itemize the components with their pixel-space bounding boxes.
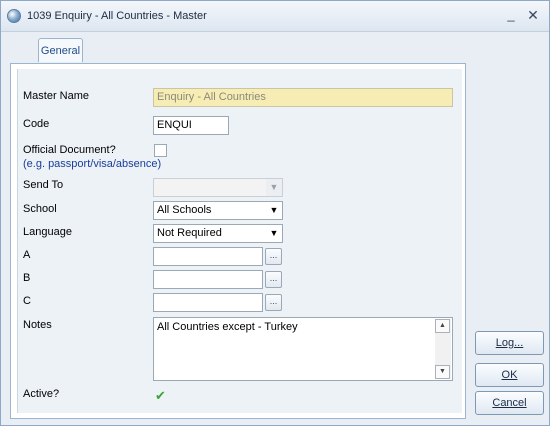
send-to-select[interactable]: ▼ <box>153 178 283 197</box>
c-browse-button[interactable]: ... <box>265 294 282 311</box>
scroll-up-icon[interactable]: ▲ <box>435 319 450 333</box>
notes-scrollbar[interactable]: ▲ ▼ <box>435 319 451 379</box>
language-value: Not Required <box>157 227 222 239</box>
c-field[interactable] <box>153 293 263 312</box>
send-to-label: Send To <box>23 179 64 191</box>
tab-general[interactable]: General <box>38 38 83 62</box>
master-name-field[interactable]: Enquiry - All Countries <box>153 88 453 107</box>
chevron-down-icon: ▼ <box>266 179 282 196</box>
code-field[interactable]: ENQUI <box>153 116 229 135</box>
master-name-label: Master Name <box>23 90 90 102</box>
b-label: B <box>23 272 31 284</box>
active-checkbox[interactable]: ✔ <box>154 389 167 402</box>
b-browse-button[interactable]: ... <box>265 271 282 288</box>
a-label: A <box>23 249 31 261</box>
chevron-down-icon: ▼ <box>266 225 282 242</box>
b-field[interactable] <box>153 270 263 289</box>
minimize-button[interactable]: _ <box>502 6 520 24</box>
school-value: All Schools <box>157 204 212 216</box>
code-label: Code <box>23 118 50 130</box>
scroll-down-icon[interactable]: ▼ <box>435 365 450 379</box>
official-document-checkbox[interactable] <box>154 144 167 157</box>
close-icon: ✕ <box>527 7 539 23</box>
cancel-button[interactable]: Cancel <box>475 391 544 415</box>
language-label: Language <box>23 226 72 238</box>
a-browse-button[interactable]: ... <box>265 248 282 265</box>
title-bar: 1039 Enquiry - All Countries - Master _ … <box>1 1 549 32</box>
ok-button[interactable]: OK <box>475 363 544 387</box>
school-label: School <box>23 203 57 215</box>
official-document-hint: (e.g. passport/visa/absence) <box>23 158 162 170</box>
language-select[interactable]: Not Required ▼ <box>153 224 283 243</box>
official-document-label: Official Document? <box>23 144 116 156</box>
checkmark-icon: ✔ <box>155 388 166 403</box>
globe-icon <box>7 9 21 23</box>
notes-text: All Countries except - Turkey <box>157 321 298 333</box>
minimize-icon: _ <box>507 7 515 22</box>
a-field[interactable] <box>153 247 263 266</box>
master-dialog: 1039 Enquiry - All Countries - Master _ … <box>0 0 550 426</box>
window-title: 1039 Enquiry - All Countries - Master <box>27 10 207 22</box>
log-button[interactable]: Log... <box>475 331 544 355</box>
chevron-down-icon: ▼ <box>266 202 282 219</box>
notes-textarea[interactable]: All Countries except - Turkey ▲ ▼ <box>153 317 453 381</box>
active-label: Active? <box>23 388 60 400</box>
notes-label: Notes <box>23 319 52 331</box>
c-label: C <box>23 295 31 307</box>
close-button[interactable]: ✕ <box>524 6 542 24</box>
school-select[interactable]: All Schools ▼ <box>153 201 283 220</box>
